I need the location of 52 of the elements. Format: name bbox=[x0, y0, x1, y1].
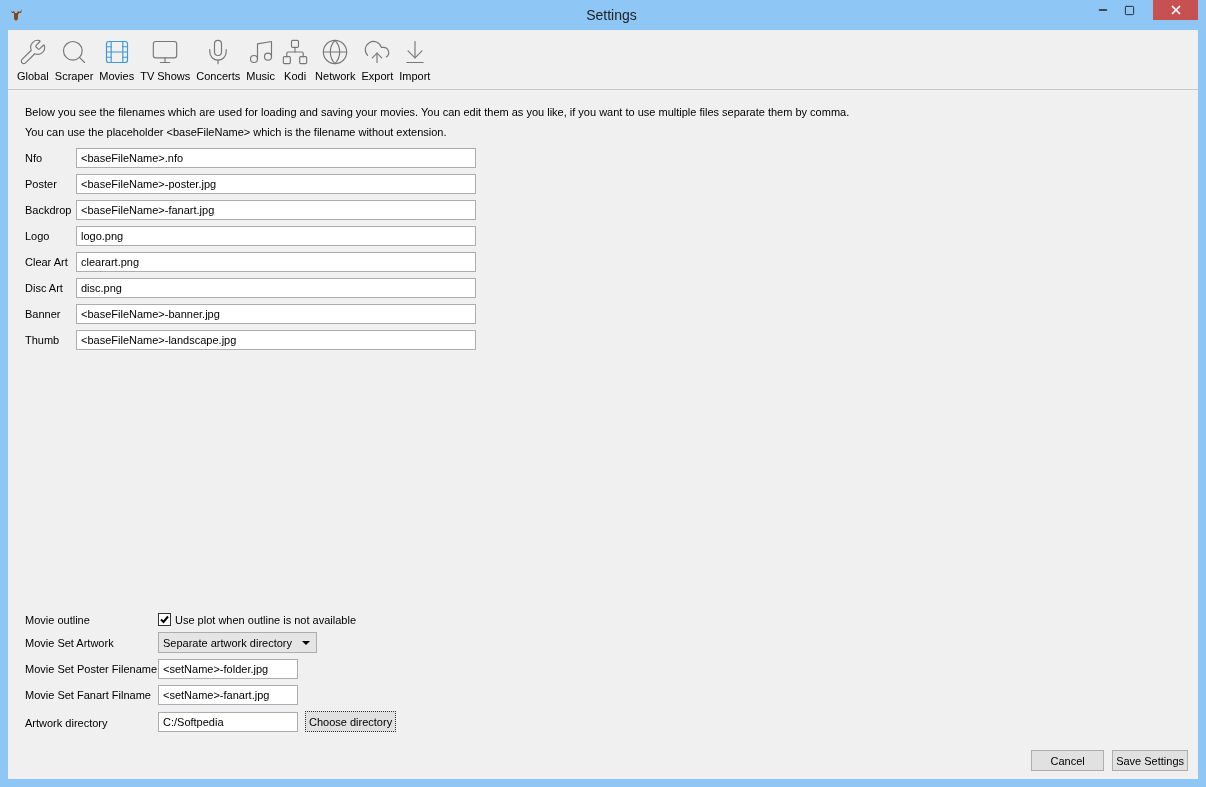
filename-field[interactable]: <baseFileName>-fanart.jpg bbox=[76, 200, 476, 220]
filename-field[interactable]: <baseFileName>-landscape.jpg bbox=[76, 330, 476, 350]
filename-field[interactable]: disc.png bbox=[76, 278, 476, 298]
cancel-button[interactable]: Cancel bbox=[1031, 750, 1105, 771]
network-icon bbox=[281, 38, 310, 66]
toolbar-tab[interactable]: Global bbox=[14, 38, 52, 89]
filename-field[interactable]: <baseFileName>-poster.jpg bbox=[76, 174, 476, 194]
field-label: Backdrop bbox=[25, 204, 73, 216]
option-label: Movie Set Fanart Filname bbox=[25, 689, 151, 701]
directory-field[interactable]: C:/Softpedia bbox=[158, 711, 298, 732]
description-text: Below you see the filenames which are used for loading and saving your movies. You can edit them as you like, if you want to use multiple files separate them by comma. bbox=[25, 106, 851, 119]
toolbar-tab[interactable]: Kodi bbox=[278, 38, 313, 89]
toolbar-tab[interactable]: Scraper bbox=[51, 38, 97, 89]
filename-field[interactable]: <setName>-fanart.jpg bbox=[158, 685, 298, 705]
field-label: Thumb bbox=[25, 334, 61, 346]
field-label: Clear Art bbox=[25, 256, 69, 268]
save-button[interactable]: Save Settings bbox=[1112, 750, 1188, 771]
cloud-upload-icon bbox=[363, 38, 392, 66]
choose-directory-button[interactable]: Choose directory bbox=[305, 711, 397, 732]
checkbox[interactable] bbox=[158, 613, 171, 626]
caret-icon bbox=[302, 640, 310, 645]
wrench-icon bbox=[18, 38, 47, 66]
toolbar-tab[interactable]: Network bbox=[312, 38, 359, 89]
filename-field[interactable]: clearart.png bbox=[76, 252, 476, 272]
maximize-icon bbox=[1124, 4, 1135, 16]
filename-field[interactable]: <setName>-folder.jpg bbox=[158, 659, 298, 679]
field-label: Logo bbox=[25, 230, 51, 242]
field-label: Poster bbox=[25, 178, 58, 190]
option-label: Movie Set Artwork bbox=[25, 636, 114, 649]
filename-field[interactable]: <baseFileName>.nfo bbox=[76, 148, 476, 168]
filename-field[interactable]: logo.png bbox=[76, 226, 476, 246]
toolbar-tab[interactable]: Concerts bbox=[193, 38, 244, 89]
globe-icon bbox=[321, 38, 350, 66]
moose-logo-icon bbox=[8, 7, 24, 23]
filename-field[interactable]: <baseFileName>-banner.jpg bbox=[76, 304, 476, 324]
toolbar-tab[interactable]: Movies bbox=[96, 38, 138, 89]
monitor-icon bbox=[151, 38, 180, 66]
toolbar-tab[interactable]: Import bbox=[396, 38, 434, 89]
description-text: You can use the placeholder <baseFileName> which is the filename without extension. bbox=[25, 126, 448, 139]
toolbar-tab[interactable]: Export bbox=[358, 38, 397, 89]
toolbar-tab[interactable]: Music bbox=[243, 38, 279, 89]
option-label: Movie Set Poster Filename bbox=[25, 663, 158, 675]
dropdown[interactable]: Separate artwork directory bbox=[158, 632, 317, 653]
close-button[interactable] bbox=[1153, 0, 1198, 20]
window-title: Settings bbox=[585, 7, 638, 23]
checkbox-label: Use plot when outline is not available bbox=[175, 613, 356, 626]
option-label: Artwork directory bbox=[25, 716, 108, 729]
field-label: Nfo bbox=[25, 152, 44, 164]
toolbar-tab[interactable]: TV Shows bbox=[137, 38, 194, 89]
field-label: Disc Art bbox=[25, 282, 64, 294]
field-label: Banner bbox=[25, 308, 62, 320]
option-label: Movie outline bbox=[25, 613, 90, 626]
